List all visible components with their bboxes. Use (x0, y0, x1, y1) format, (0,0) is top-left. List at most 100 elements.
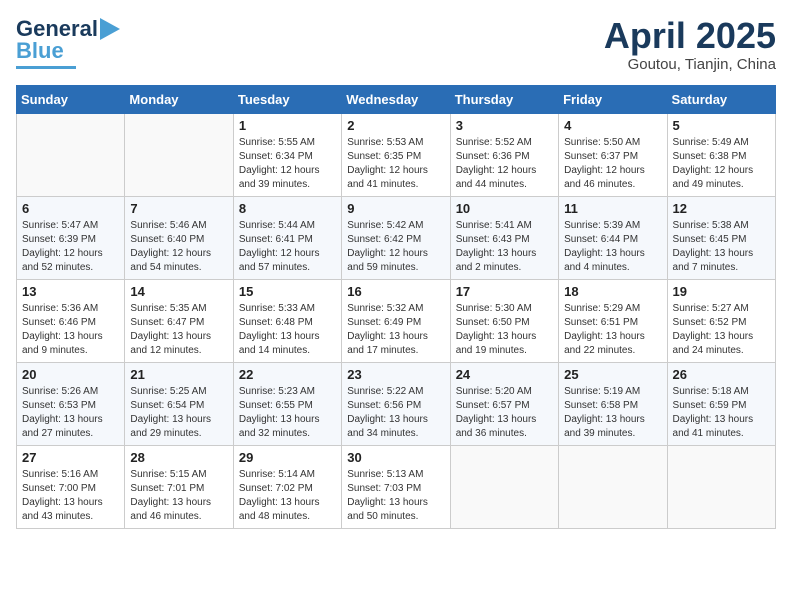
calendar-cell: 21Sunrise: 5:25 AMSunset: 6:54 PMDayligh… (125, 362, 233, 445)
calendar-cell: 29 Sunrise: 5:14 AMSunset: 7:02 PMDayligh… (233, 445, 341, 528)
page-header: General Blue April 2025 Goutou, Tianjin,… (16, 16, 776, 73)
weekday-header-saturday: Saturday (667, 85, 775, 113)
day-info: Sunrise: 5:49 AMSunset: 6:38 PMDaylight:… (673, 136, 770, 192)
day-number: 14 (130, 284, 227, 299)
calendar-week-row: 27 Sunrise: 5:16 AMSunset: 7:00 PMDayligh… (17, 445, 776, 528)
weekday-header-row: SundayMondayTuesdayWednesdayThursdayFrid… (17, 85, 776, 113)
day-info: Sunrise: 5:27 AMSunset: 6:52 PMDaylight:… (673, 302, 770, 358)
day-number: 8 (239, 201, 336, 216)
title-block: April 2025 Goutou, Tianjin, China (604, 16, 776, 73)
day-number: 22 (239, 367, 336, 382)
day-info: Sunrise: 5:19 AMSunset: 6:58 PMDaylight:… (564, 385, 661, 441)
day-info: Sunrise: 5:13 AMSunset: 7:03 PMDaylight:… (347, 468, 444, 524)
day-info: Sunrise: 5:39 AMSunset: 6:44 PMDaylight:… (564, 219, 661, 275)
day-info: Sunrise: 5:38 AMSunset: 6:45 PMDaylight:… (673, 219, 770, 275)
weekday-header-friday: Friday (559, 85, 667, 113)
day-number: 7 (130, 201, 227, 216)
day-number: 27 (22, 450, 119, 465)
logo-arrow-icon (100, 18, 120, 40)
calendar-cell: 28Sunrise: 5:15 AMSunset: 7:01 PMDayligh… (125, 445, 233, 528)
day-info: Sunrise: 5:44 AMSunset: 6:41 PMDaylight:… (239, 219, 336, 275)
day-info: Sunrise: 5:52 AMSunset: 6:36 PMDaylight:… (456, 136, 553, 192)
calendar-cell: 30Sunrise: 5:13 AMSunset: 7:03 PMDayligh… (342, 445, 450, 528)
day-number: 29 (239, 450, 336, 465)
day-info: Sunrise: 5:29 AMSunset: 6:51 PMDaylight:… (564, 302, 661, 358)
calendar-cell: 4Sunrise: 5:50 AMSunset: 6:37 PMDaylight… (559, 113, 667, 196)
calendar-week-row: 6 Sunrise: 5:47 AMSunset: 6:39 PMDaylight… (17, 196, 776, 279)
day-info: Sunrise: 5:55 AMSunset: 6:34 PMDaylight:… (239, 136, 336, 192)
calendar-cell: 3 Sunrise: 5:52 AMSunset: 6:36 PMDaylight… (450, 113, 558, 196)
calendar-table: SundayMondayTuesdayWednesdayThursdayFrid… (16, 85, 776, 529)
weekday-header-tuesday: Tuesday (233, 85, 341, 113)
day-number: 12 (673, 201, 770, 216)
location: Goutou, Tianjin, China (604, 56, 776, 73)
day-number: 2 (347, 118, 444, 133)
day-info: Sunrise: 5:47 AMSunset: 6:39 PMDaylight:… (22, 219, 119, 275)
day-number: 6 (22, 201, 119, 216)
day-number: 20 (22, 367, 119, 382)
day-number: 28 (130, 450, 227, 465)
calendar-cell: 9 Sunrise: 5:42 AMSunset: 6:42 PMDaylight… (342, 196, 450, 279)
day-info: Sunrise: 5:23 AMSunset: 6:55 PMDaylight:… (239, 385, 336, 441)
calendar-cell: 8 Sunrise: 5:44 AMSunset: 6:41 PMDaylight… (233, 196, 341, 279)
calendar-cell: 16 Sunrise: 5:32 AMSunset: 6:49 PMDayligh… (342, 279, 450, 362)
calendar-cell: 1 Sunrise: 5:55 AMSunset: 6:34 PMDaylight… (233, 113, 341, 196)
calendar-cell: 26 Sunrise: 5:18 AMSunset: 6:59 PMDayligh… (667, 362, 775, 445)
calendar-cell: 13 Sunrise: 5:36 AMSunset: 6:46 PMDayligh… (17, 279, 125, 362)
calendar-cell: 2Sunrise: 5:53 AMSunset: 6:35 PMDaylight… (342, 113, 450, 196)
calendar-cell: 19 Sunrise: 5:27 AMSunset: 6:52 PMDayligh… (667, 279, 775, 362)
weekday-header-sunday: Sunday (17, 85, 125, 113)
day-info: Sunrise: 5:36 AMSunset: 6:46 PMDaylight:… (22, 302, 119, 358)
day-number: 26 (673, 367, 770, 382)
day-number: 10 (456, 201, 553, 216)
day-info: Sunrise: 5:35 AMSunset: 6:47 PMDaylight:… (130, 302, 227, 358)
day-number: 24 (456, 367, 553, 382)
calendar-cell: 24Sunrise: 5:20 AMSunset: 6:57 PMDayligh… (450, 362, 558, 445)
day-number: 17 (456, 284, 553, 299)
day-info: Sunrise: 5:25 AMSunset: 6:54 PMDaylight:… (130, 385, 227, 441)
day-number: 13 (22, 284, 119, 299)
day-info: Sunrise: 5:26 AMSunset: 6:53 PMDaylight:… (22, 385, 119, 441)
day-info: Sunrise: 5:46 AMSunset: 6:40 PMDaylight:… (130, 219, 227, 275)
calendar-cell: 18 Sunrise: 5:29 AMSunset: 6:51 PMDayligh… (559, 279, 667, 362)
day-number: 25 (564, 367, 661, 382)
calendar-cell: 14 Sunrise: 5:35 AMSunset: 6:47 PMDayligh… (125, 279, 233, 362)
day-number: 1 (239, 118, 336, 133)
day-number: 19 (673, 284, 770, 299)
calendar-cell: 20 Sunrise: 5:26 AMSunset: 6:53 PMDayligh… (17, 362, 125, 445)
logo-underline (16, 66, 76, 69)
calendar-cell (125, 113, 233, 196)
day-number: 18 (564, 284, 661, 299)
day-info: Sunrise: 5:33 AMSunset: 6:48 PMDaylight:… (239, 302, 336, 358)
day-info: Sunrise: 5:16 AMSunset: 7:00 PMDaylight:… (22, 468, 119, 524)
calendar-cell: 23 Sunrise: 5:22 AMSunset: 6:56 PMDayligh… (342, 362, 450, 445)
calendar-cell (450, 445, 558, 528)
day-number: 3 (456, 118, 553, 133)
day-info: Sunrise: 5:30 AMSunset: 6:50 PMDaylight:… (456, 302, 553, 358)
calendar-cell: 12 Sunrise: 5:38 AMSunset: 6:45 PMDayligh… (667, 196, 775, 279)
day-number: 5 (673, 118, 770, 133)
day-number: 23 (347, 367, 444, 382)
calendar-cell: 22 Sunrise: 5:23 AMSunset: 6:55 PMDayligh… (233, 362, 341, 445)
calendar-week-row: 13 Sunrise: 5:36 AMSunset: 6:46 PMDayligh… (17, 279, 776, 362)
calendar-cell: 15Sunrise: 5:33 AMSunset: 6:48 PMDayligh… (233, 279, 341, 362)
month-title: April 2025 (604, 16, 776, 56)
day-info: Sunrise: 5:22 AMSunset: 6:56 PMDaylight:… (347, 385, 444, 441)
calendar-cell: 5 Sunrise: 5:49 AMSunset: 6:38 PMDaylight… (667, 113, 775, 196)
calendar-cell: 11Sunrise: 5:39 AMSunset: 6:44 PMDayligh… (559, 196, 667, 279)
day-info: Sunrise: 5:41 AMSunset: 6:43 PMDaylight:… (456, 219, 553, 275)
day-info: Sunrise: 5:42 AMSunset: 6:42 PMDaylight:… (347, 219, 444, 275)
calendar-cell (17, 113, 125, 196)
calendar-cell: 27 Sunrise: 5:16 AMSunset: 7:00 PMDayligh… (17, 445, 125, 528)
calendar-week-row: 1 Sunrise: 5:55 AMSunset: 6:34 PMDaylight… (17, 113, 776, 196)
day-info: Sunrise: 5:14 AMSunset: 7:02 PMDaylight:… (239, 468, 336, 524)
day-info: Sunrise: 5:32 AMSunset: 6:49 PMDaylight:… (347, 302, 444, 358)
weekday-header-monday: Monday (125, 85, 233, 113)
weekday-header-wednesday: Wednesday (342, 85, 450, 113)
day-number: 16 (347, 284, 444, 299)
day-info: Sunrise: 5:18 AMSunset: 6:59 PMDaylight:… (673, 385, 770, 441)
day-number: 4 (564, 118, 661, 133)
day-number: 9 (347, 201, 444, 216)
calendar-cell (559, 445, 667, 528)
logo: General Blue (16, 16, 120, 69)
